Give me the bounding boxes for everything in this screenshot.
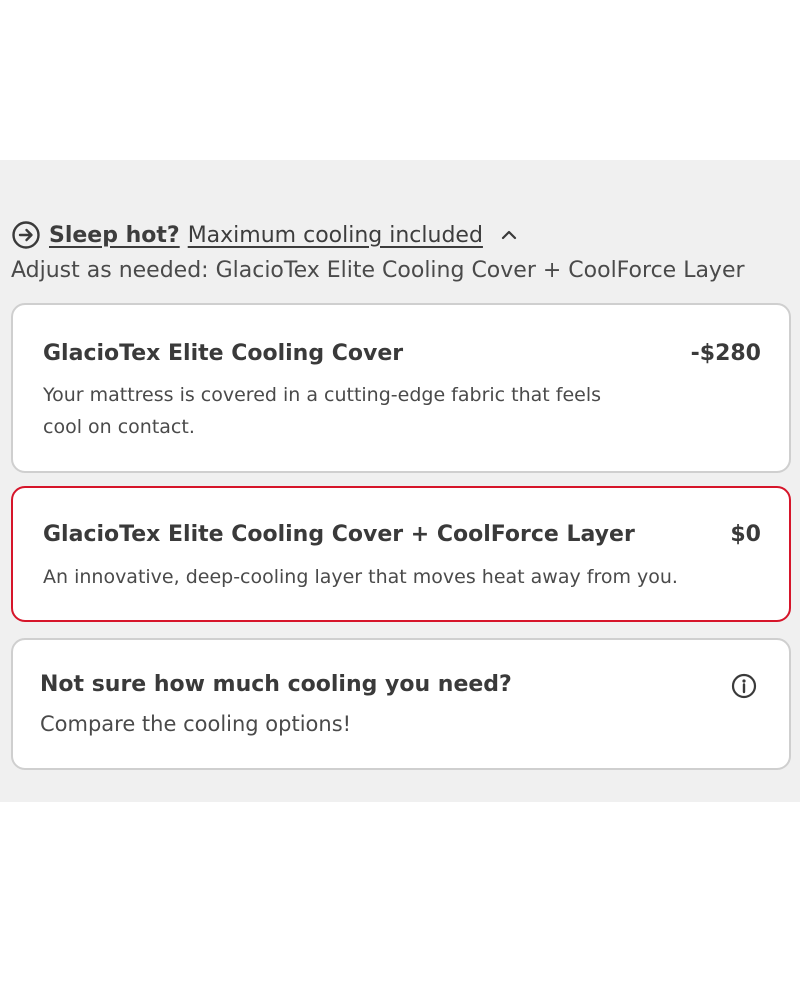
chevron-up-icon[interactable] xyxy=(499,225,519,245)
option-card-cooling-cover[interactable]: GlacioTex Elite Cooling Cover -$280 Your… xyxy=(11,303,791,473)
compare-cooling-card[interactable]: Not sure how much cooling you need? Comp… xyxy=(11,638,791,770)
info-icon[interactable] xyxy=(731,673,757,699)
option-title: GlacioTex Elite Cooling Cover + CoolForc… xyxy=(43,522,635,547)
option-price: $0 xyxy=(730,522,761,547)
option-title: GlacioTex Elite Cooling Cover xyxy=(43,341,404,366)
cooling-header-toggle[interactable]: Sleep hot? Maximum cooling included xyxy=(11,218,519,252)
option-card-cooling-cover-coolforce[interactable]: GlacioTex Elite Cooling Cover + CoolForc… xyxy=(11,486,791,622)
compare-link[interactable]: Compare the cooling options! xyxy=(40,708,351,740)
option-price: -$280 xyxy=(690,341,761,366)
option-description: Your mattress is covered in a cutting-ed… xyxy=(43,384,602,438)
option-description: An innovative, deep-cooling layer that m… xyxy=(43,566,678,588)
adjust-text: Adjust as needed: GlacioTex Elite Coolin… xyxy=(11,258,745,283)
arrow-circle-right-icon xyxy=(12,221,40,249)
sleep-hot-link[interactable]: Sleep hot? xyxy=(49,223,180,248)
maximum-cooling-link[interactable]: Maximum cooling included xyxy=(188,223,483,248)
compare-title: Not sure how much cooling you need? xyxy=(40,672,512,697)
